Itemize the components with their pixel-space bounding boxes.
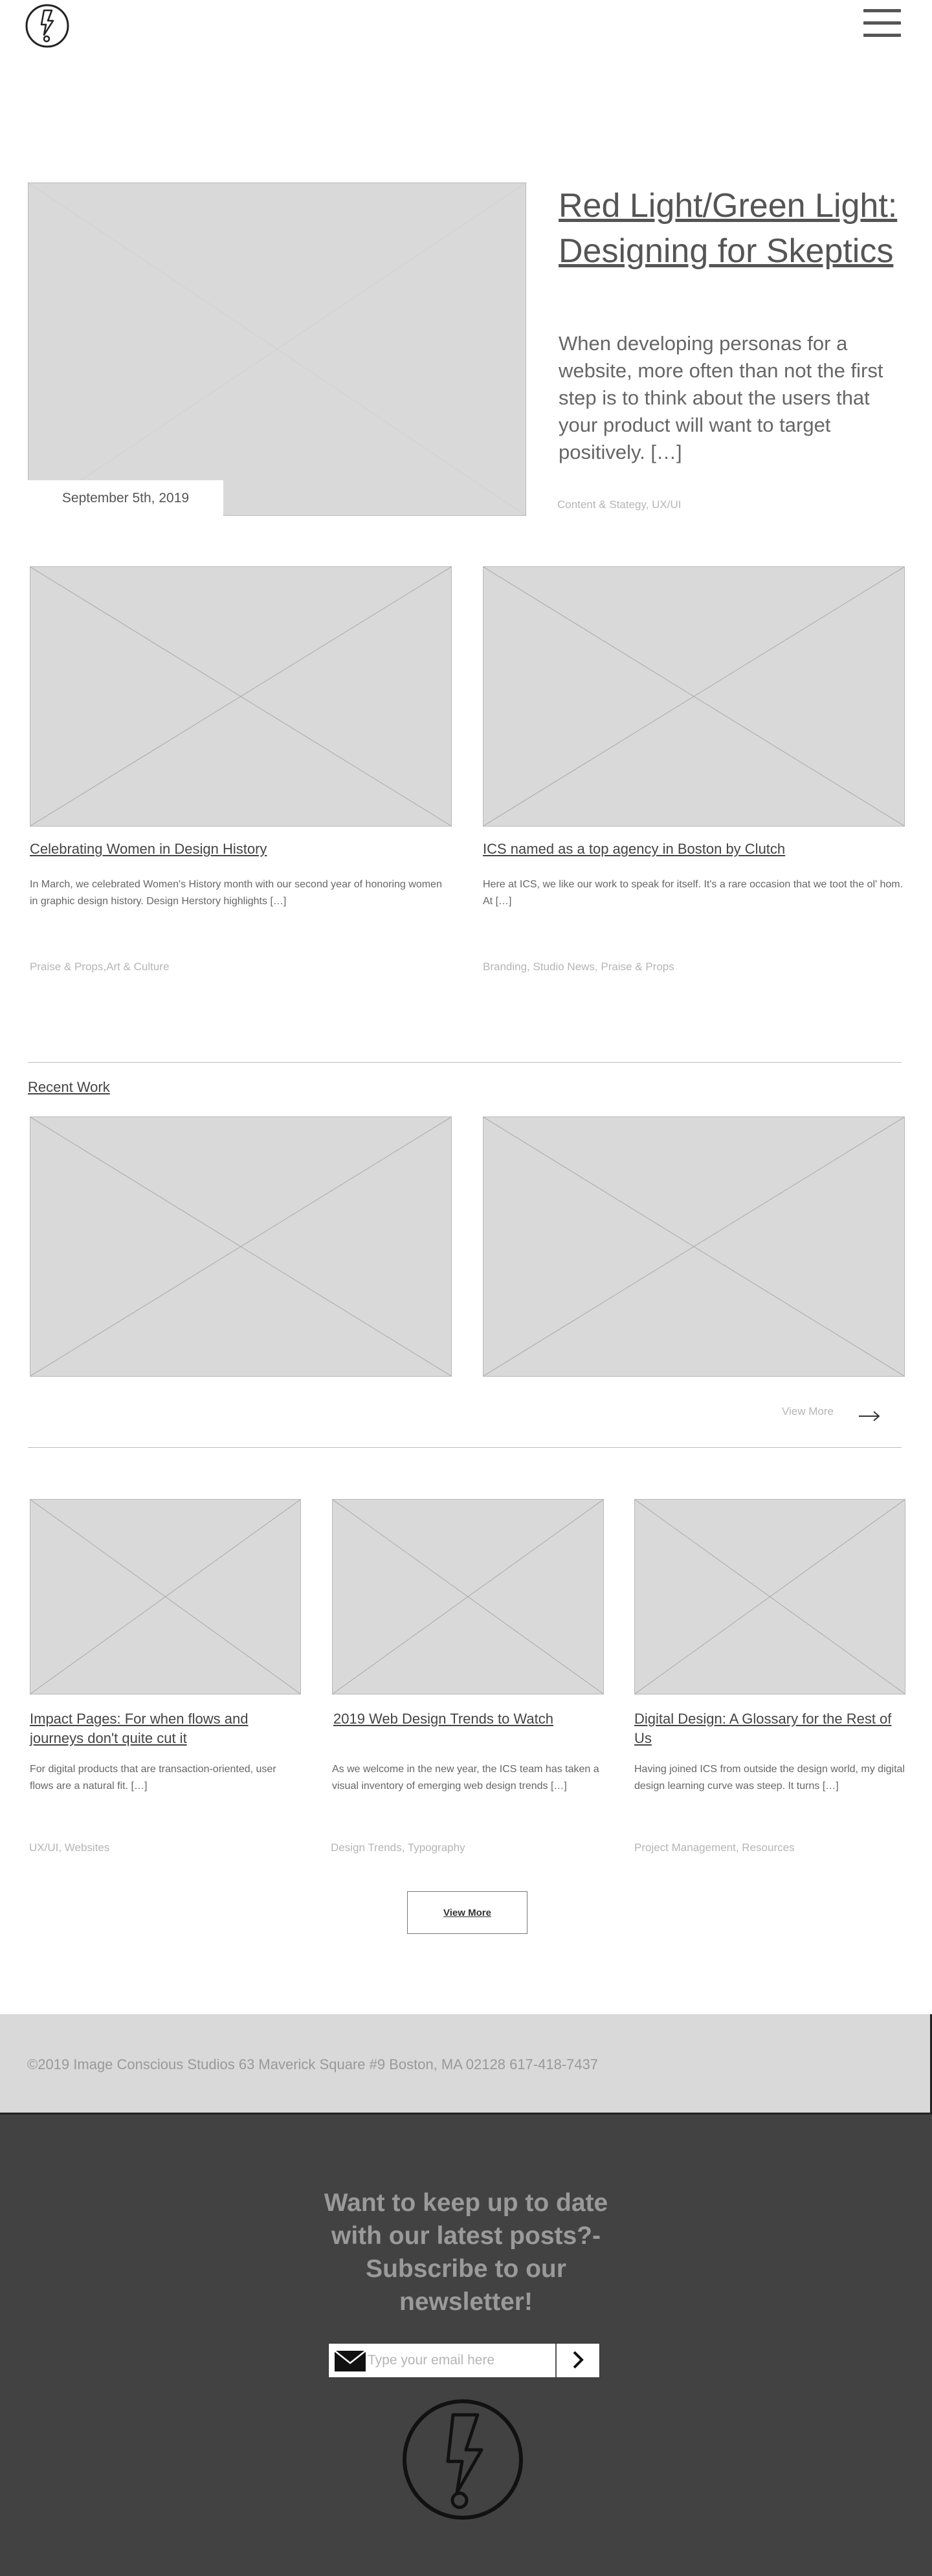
hero-image-placeholder[interactable]: [28, 183, 526, 516]
post-categories[interactable]: Project Management, Resources: [634, 1841, 795, 1854]
hero-date: September 5th, 2019: [28, 480, 223, 516]
work-image-placeholder[interactable]: [30, 1116, 452, 1377]
hamburger-icon[interactable]: [863, 9, 901, 40]
hero-categories[interactable]: Content & Stategy, UX/UI: [557, 498, 682, 511]
chevron-right-icon: [573, 2351, 584, 2368]
hero-title-link[interactable]: Red Light/Green Light: Designing for Ske…: [559, 183, 921, 274]
post-excerpt: Here at ICS, we like our work to speak f…: [483, 879, 904, 907]
post-title-link[interactable]: Impact Pages: For when flows and journey…: [30, 1709, 295, 1748]
post-categories[interactable]: Branding, Studio News, Praise & Props: [483, 960, 674, 973]
view-more-link[interactable]: View More: [782, 1405, 834, 1418]
envelope-icon: [334, 2350, 366, 2372]
post-title-link[interactable]: Celebrating Women in Design History: [30, 839, 452, 859]
post-title-link[interactable]: 2019 Web Design Trends to Watch: [333, 1709, 605, 1729]
post-image-placeholder[interactable]: [483, 566, 905, 827]
post-title-link[interactable]: Digital Design: A Glossary for the Rest …: [634, 1709, 906, 1748]
newsletter-title: Want to keep up to date with our latest …: [324, 2189, 608, 2316]
post-categories[interactable]: Design Trends, Typography: [331, 1841, 465, 1854]
footer-logo-icon[interactable]: [401, 2397, 524, 2522]
logo-icon[interactable]: [25, 1, 70, 49]
recent-work-title[interactable]: Recent Work: [28, 1079, 110, 1096]
post-excerpt: As we welcome in the new year, the ICS t…: [332, 1764, 599, 1792]
post-title-link[interactable]: ICS named as a top agency in Boston by C…: [483, 839, 905, 859]
post-categories[interactable]: UX/UI, Websites: [29, 1841, 109, 1854]
hero-excerpt: When developing personas for a website, …: [559, 332, 883, 463]
post-excerpt: Having joined ICS from outside the desig…: [634, 1764, 905, 1792]
section-divider: [28, 1062, 902, 1063]
section-divider: [28, 1447, 902, 1448]
post-excerpt: In March, we celebrated Women's History …: [30, 879, 442, 907]
post-excerpt: For digital products that are transactio…: [30, 1764, 276, 1792]
post-image-placeholder[interactable]: [332, 1499, 604, 1694]
footer-contact-text: ©2019 Image Conscious Studios 63 Maveric…: [27, 2056, 599, 2072]
post-image-placeholder[interactable]: [634, 1499, 905, 1694]
arrow-right-icon[interactable]: [858, 1410, 881, 1423]
view-more-button[interactable]: View More: [407, 1891, 527, 1934]
post-image-placeholder[interactable]: [30, 1499, 301, 1694]
subscribe-button[interactable]: [555, 2344, 599, 2377]
post-image-placeholder[interactable]: [30, 566, 452, 827]
email-input[interactable]: [368, 2346, 555, 2375]
post-categories[interactable]: Praise & Props,Art & Culture: [30, 960, 169, 973]
work-image-placeholder[interactable]: [483, 1116, 905, 1377]
